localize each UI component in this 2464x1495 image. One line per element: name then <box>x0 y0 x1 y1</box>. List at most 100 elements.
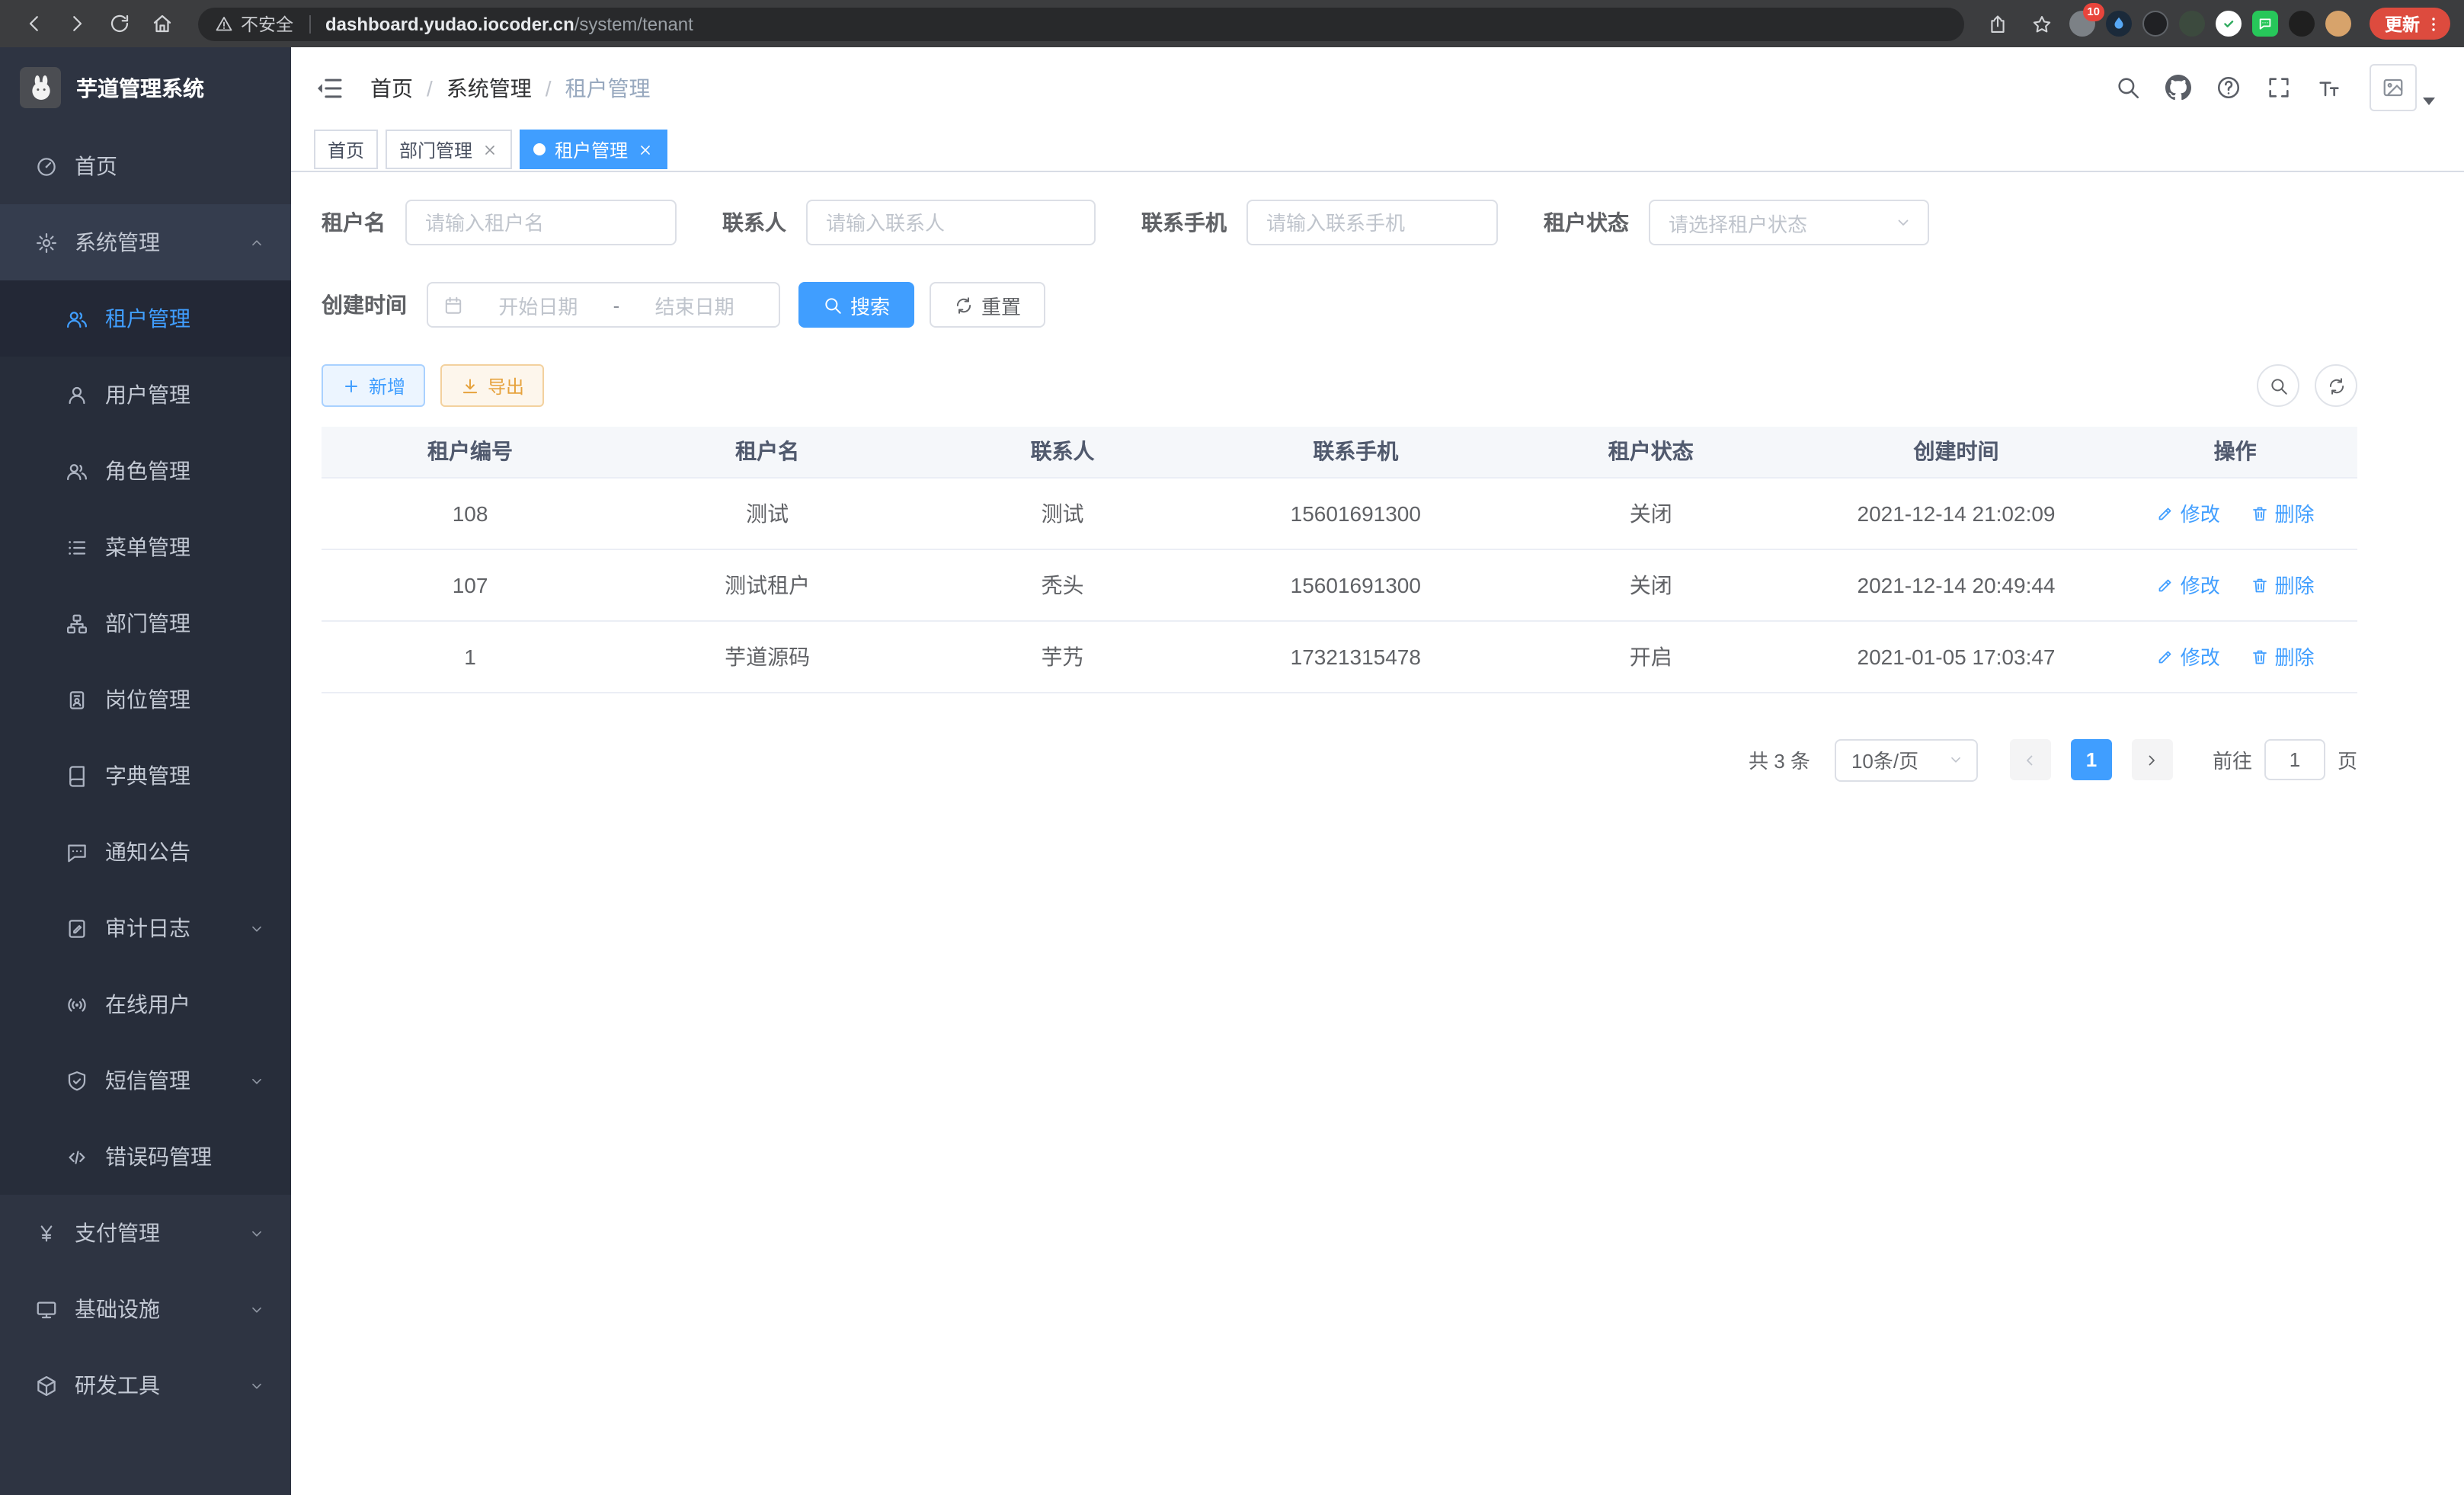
cell-mobile: 17321315478 <box>1209 620 1502 692</box>
sidebar-item-label: 字典管理 <box>105 760 190 791</box>
extension-icon[interactable] <box>2179 11 2205 37</box>
top-navbar: 首页 / 系统管理 / 租户管理 <box>291 47 2464 128</box>
delete-link[interactable]: 删除 <box>2251 570 2315 599</box>
edit-label: 修改 <box>2181 642 2220 671</box>
sidebar-item-post-management[interactable]: 岗位管理 <box>0 661 291 738</box>
collapse-sidebar-icon[interactable] <box>314 72 344 103</box>
avatar <box>2370 64 2417 111</box>
broken-image-icon <box>2382 76 2405 99</box>
sidebar-item-label: 租户管理 <box>105 303 190 334</box>
browser-forward-button[interactable] <box>56 4 96 43</box>
sidebar-item-audit-log[interactable]: 审计日志 <box>0 890 291 966</box>
mobile-input[interactable] <box>1246 200 1498 245</box>
page-size-select[interactable]: 10条/页 <box>1835 738 1978 781</box>
goto-label: 前往 <box>2213 745 2252 774</box>
tab-dept-management[interactable]: 部门管理 <box>386 130 512 169</box>
sidebar-item-error-code[interactable]: 错误码管理 <box>0 1119 291 1195</box>
sidebar-item-menu-management[interactable]: 菜单管理 <box>0 509 291 585</box>
bookmark-button[interactable] <box>2025 4 2059 43</box>
app-title: 芋道管理系统 <box>76 72 204 103</box>
share-button[interactable] <box>1981 4 2014 43</box>
sidebar-item-sms-management[interactable]: 短信管理 <box>0 1042 291 1119</box>
page: 首页 / 系统管理 / 租户管理 <box>291 47 2464 1495</box>
edit-link[interactable]: 修改 <box>2156 642 2220 671</box>
sidebar-item-system-management[interactable]: 系统管理 <box>0 204 291 280</box>
browser-home-button[interactable] <box>142 4 181 43</box>
shield-icon <box>66 1069 88 1092</box>
browser-back-button[interactable] <box>14 4 53 43</box>
extension-icon[interactable] <box>2325 11 2351 37</box>
fullscreen-button[interactable] <box>2254 62 2304 113</box>
start-date-placeholder: 开始日期 <box>469 290 607 319</box>
create-time-label: 创建时间 <box>322 290 407 320</box>
date-separator: - <box>613 293 620 316</box>
show-search-toggle-button[interactable] <box>2257 364 2299 407</box>
sidebar-item-online-users[interactable]: 在线用户 <box>0 966 291 1042</box>
sidebar-item-role-management[interactable]: 角色管理 <box>0 433 291 509</box>
warning-icon <box>215 14 233 33</box>
tab-tenant-management[interactable]: 租户管理 <box>520 130 667 169</box>
breadcrumb-separator: / <box>427 75 433 100</box>
breadcrumb-item[interactable]: 首页 <box>370 72 413 103</box>
table-row: 107 测试租户 秃头 15601691300 关闭 2021-12-14 20… <box>322 549 2357 620</box>
extension-icon[interactable]: 10 <box>2069 11 2095 37</box>
user-menu[interactable] <box>2370 64 2435 111</box>
code-icon <box>66 1145 88 1168</box>
sidebar-item-home[interactable]: 首页 <box>0 128 291 204</box>
docs-help-button[interactable] <box>2203 62 2254 113</box>
add-button[interactable]: 新增 <box>322 364 425 407</box>
reset-button[interactable]: 重置 <box>930 282 1045 328</box>
status-select[interactable]: 请选择租户状态 <box>1649 200 1929 245</box>
contact-input[interactable] <box>806 200 1096 245</box>
cell-tenant-name: 测试租户 <box>619 549 916 620</box>
extension-icon[interactable] <box>2106 11 2132 37</box>
extension-icon[interactable] <box>2289 11 2315 37</box>
tab-label: 部门管理 <box>399 136 472 162</box>
trash-icon <box>2251 647 2269 665</box>
browser-update-button[interactable]: 更新 <box>2370 8 2450 40</box>
next-page-button[interactable] <box>2132 739 2173 780</box>
browser-actions: 10 更新 <box>1981 4 2450 43</box>
address-bar[interactable]: 不安全 dashboard.yudao.iocoder.cn/system/te… <box>198 7 1964 40</box>
breadcrumb: 首页 / 系统管理 / 租户管理 <box>370 72 651 103</box>
sidebar-item-dept-management[interactable]: 部门管理 <box>0 585 291 661</box>
chevron-right-icon <box>2143 751 2162 769</box>
delete-link[interactable]: 删除 <box>2251 642 2315 671</box>
browser-toolbar: 不安全 dashboard.yudao.iocoder.cn/system/te… <box>0 0 2464 47</box>
edit-link[interactable]: 修改 <box>2156 498 2220 527</box>
export-button[interactable]: 导出 <box>440 364 544 407</box>
sidebar-item-user-management[interactable]: 用户管理 <box>0 357 291 433</box>
extension-icon[interactable] <box>2216 11 2242 37</box>
font-size-icon <box>2316 75 2342 101</box>
extension-icon[interactable] <box>2252 11 2278 37</box>
tenant-name-input[interactable] <box>405 200 677 245</box>
security-indicator[interactable]: 不安全 <box>215 11 293 36</box>
sidebar-item-infrastructure[interactable]: 基础设施 <box>0 1271 291 1347</box>
refresh-table-button[interactable] <box>2315 364 2357 407</box>
edit-link[interactable]: 修改 <box>2156 570 2220 599</box>
close-icon[interactable] <box>482 141 498 158</box>
close-icon[interactable] <box>637 141 654 158</box>
sidebar-item-dict-management[interactable]: 字典管理 <box>0 738 291 814</box>
sidebar-item-tenant-management[interactable]: 租户管理 <box>0 280 291 357</box>
prev-page-button[interactable] <box>2010 739 2051 780</box>
sidebar-item-label: 支付管理 <box>75 1218 160 1248</box>
delete-link[interactable]: 删除 <box>2251 498 2315 527</box>
font-size-button[interactable] <box>2304 62 2354 113</box>
goto-page-input[interactable] <box>2264 739 2325 780</box>
sidebar-item-dev-tools[interactable]: 研发工具 <box>0 1347 291 1423</box>
extension-icon[interactable] <box>2142 11 2168 37</box>
github-link[interactable] <box>2153 62 2203 113</box>
app-root: 不安全 dashboard.yudao.iocoder.cn/system/te… <box>0 0 2464 1495</box>
sidebar-submenu-system: 租户管理 用户管理 角色管理 菜单管理 <box>0 280 291 1195</box>
sidebar-item-payment[interactable]: 支付管理 <box>0 1195 291 1271</box>
tab-home[interactable]: 首页 <box>314 130 378 169</box>
page-number-1[interactable]: 1 <box>2071 739 2112 780</box>
breadcrumb-item[interactable]: 系统管理 <box>446 72 532 103</box>
date-range-picker[interactable]: 开始日期 - 结束日期 <box>427 282 780 328</box>
search-button[interactable]: 搜索 <box>798 282 914 328</box>
end-date-placeholder: 结束日期 <box>626 290 763 319</box>
browser-reload-button[interactable] <box>99 4 139 43</box>
sidebar-item-notice[interactable]: 通知公告 <box>0 814 291 890</box>
header-search-button[interactable] <box>2103 62 2153 113</box>
